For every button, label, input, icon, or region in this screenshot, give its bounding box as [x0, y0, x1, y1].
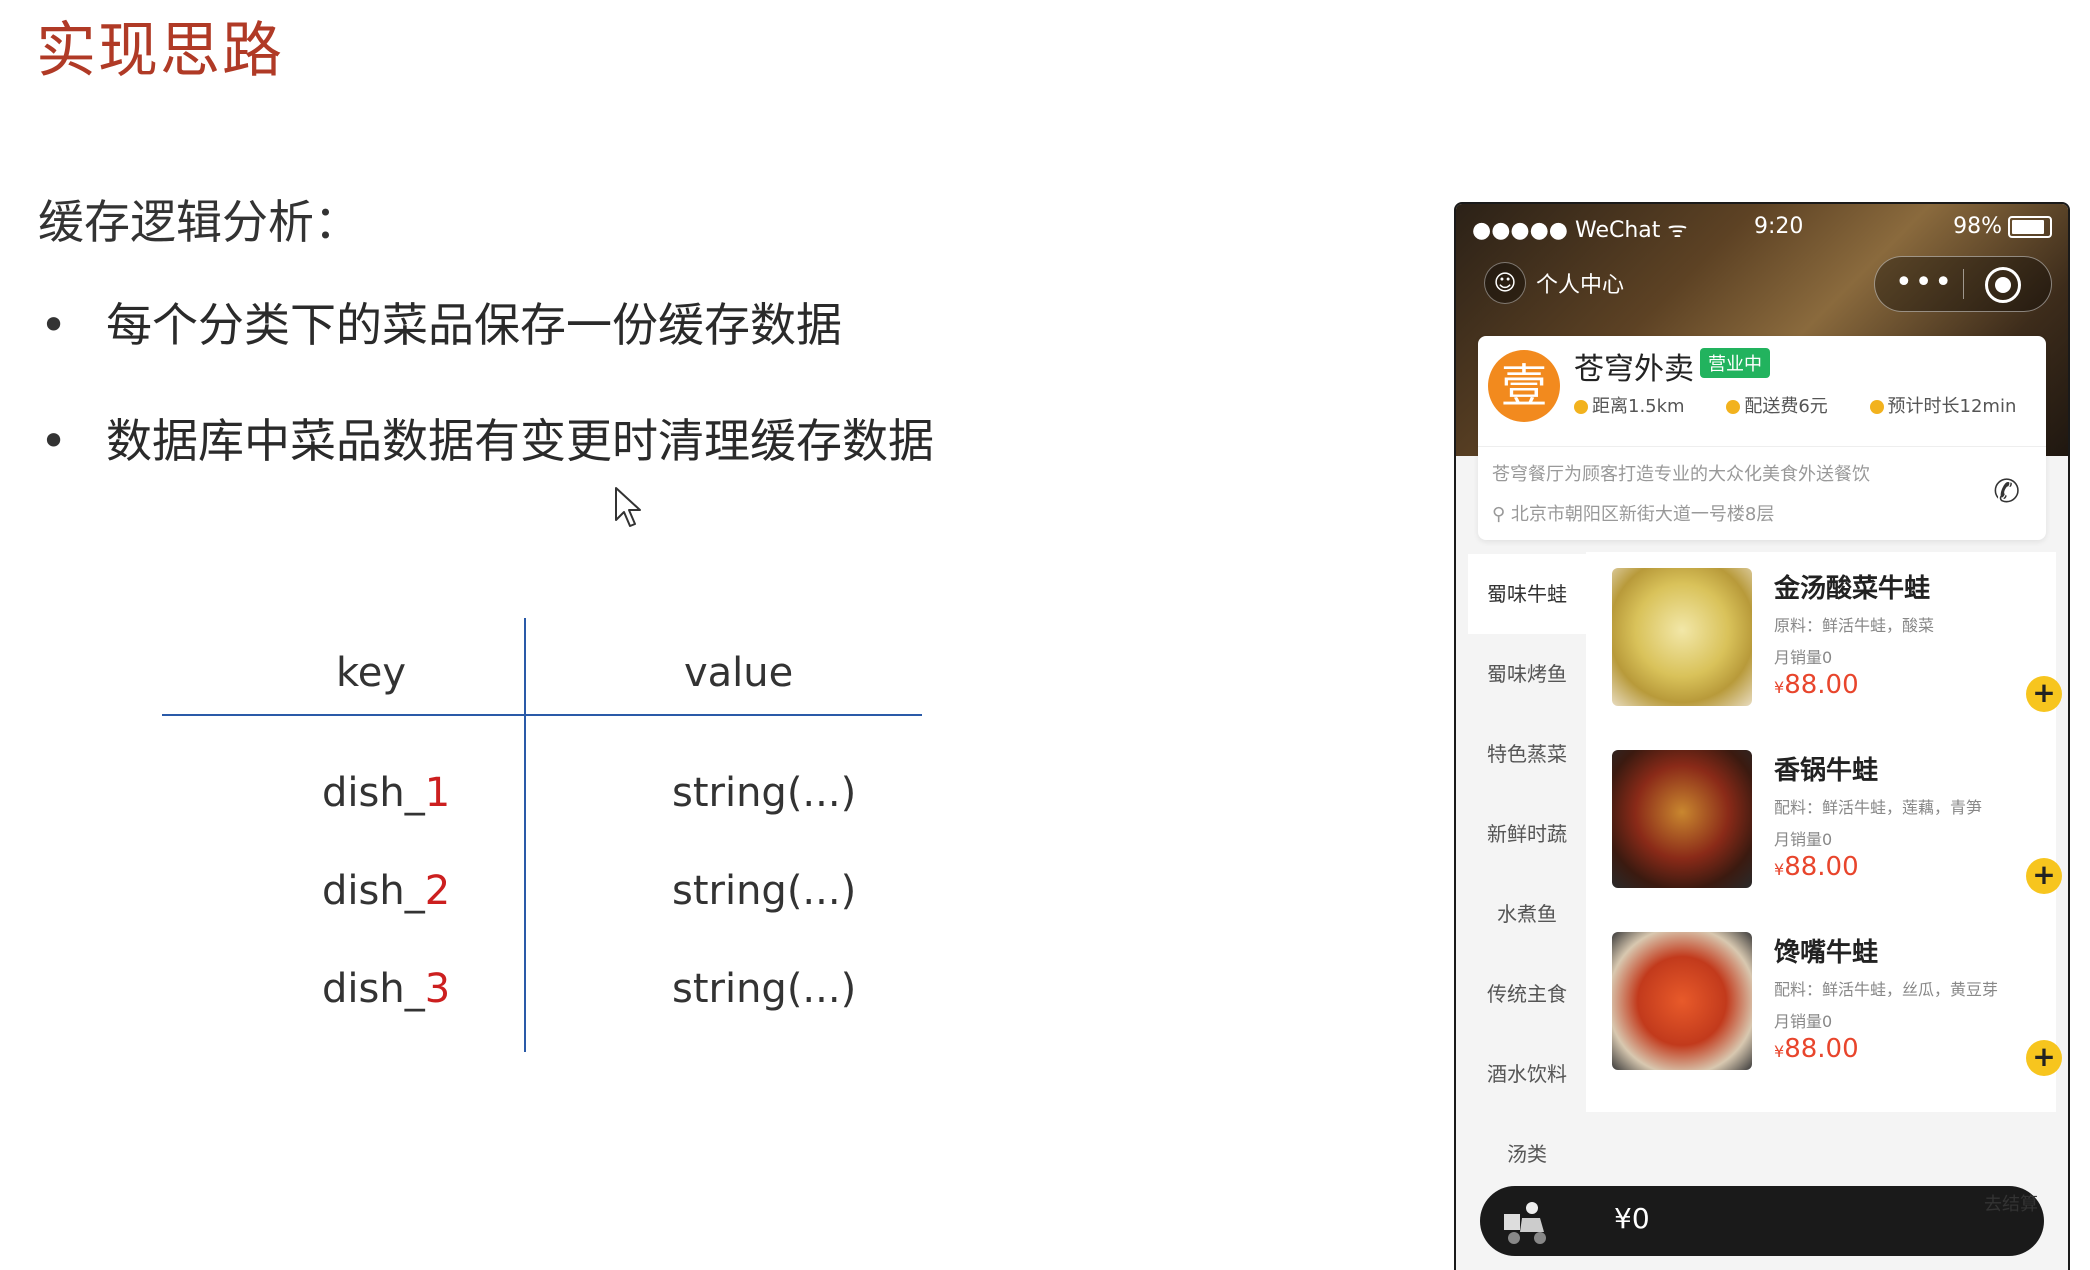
dish-sales: 月销量0	[1774, 648, 1833, 667]
dish-name: 香锅牛蛙	[1774, 756, 1879, 786]
category-item[interactable]: 传统主食	[1468, 954, 1586, 1034]
list-item[interactable]: 馋嘴牛蛙 配料：鲜活牛蛙，丝瓜，黄豆芽 月销量0 ¥88.00 +	[1612, 916, 2062, 1076]
list-item[interactable]: 金汤酸菜牛蛙 原料：鲜活牛蛙，酸菜 月销量0 ¥88.00 +	[1612, 552, 2062, 712]
category-item[interactable]: 酒水饮料	[1468, 1034, 1586, 1114]
checkout-button[interactable]: 去结算	[1984, 1190, 2038, 1216]
category-item[interactable]: 汤类	[1468, 1114, 1586, 1194]
list-item[interactable]: 香锅牛蛙 配料：鲜活牛蛙，莲藕，青笋 月销量0 ¥88.00 +	[1612, 734, 2062, 894]
dish-ingredients: 配料：鲜活牛蛙，莲藕，青笋	[1774, 798, 1983, 817]
bullet-list: 每个分类下的菜品保存一份缓存数据 数据库中菜品数据有变更时清理缓存数据	[40, 294, 934, 526]
table-header-divider	[162, 714, 922, 716]
store-divider	[1478, 446, 2046, 447]
cart-total: ¥0	[1614, 1202, 1650, 1235]
cache-kv-table: key value dish_1 string(...) dish_2 stri…	[162, 618, 922, 1052]
dish-price: ¥88.00	[1774, 670, 1859, 700]
status-badge: 营业中	[1700, 348, 1770, 378]
carrier-label: ●●●●● WeChat ᯤ	[1472, 218, 1688, 243]
dish-sales: 月销量0	[1774, 1012, 1833, 1031]
phone-mockup: ●●●●● WeChat ᯤ 9:20 98% ☺ 个人中心 ••• 壹 苍穹外…	[1454, 202, 2070, 1270]
distance-icon	[1574, 400, 1588, 414]
store-address: ⚲ 北京市朝阳区新街大道一号楼8层	[1492, 504, 1775, 525]
add-to-cart-button[interactable]: +	[2026, 1040, 2062, 1076]
category-item[interactable]: 新鲜时蔬	[1468, 794, 1586, 874]
store-meta: 距离1.5km 配送费6元 预计时长12min	[1574, 392, 2052, 418]
delivery-fee-icon	[1726, 400, 1741, 414]
dish-image	[1612, 932, 1752, 1070]
slide-title: 实现思路	[36, 16, 284, 86]
category-item[interactable]: 蜀味烤鱼	[1468, 634, 1586, 714]
delivery-rider-icon	[1504, 1202, 1546, 1244]
dish-image	[1612, 750, 1752, 888]
table-row-value: string(...)	[672, 770, 857, 816]
add-to-cart-button[interactable]: +	[2026, 858, 2062, 894]
table-row-value: string(...)	[672, 868, 857, 914]
more-icon[interactable]: •••	[1895, 265, 1954, 300]
cart-bar[interactable]: ¥0 去结算	[1480, 1186, 2044, 1256]
section-subtitle: 缓存逻辑分析：	[38, 195, 360, 249]
add-to-cart-button[interactable]: +	[2026, 676, 2062, 712]
dish-ingredients: 原料：鲜活牛蛙，酸菜	[1774, 616, 1935, 635]
battery-indicator: 98%	[1953, 214, 2052, 239]
store-description: 苍穹餐厅为顾客打造专业的大众化美食外送餐饮	[1492, 464, 1870, 485]
mouse-cursor-icon	[615, 487, 641, 527]
dish-ingredients: 配料：鲜活牛蛙，丝瓜，黄豆芽	[1774, 980, 1999, 999]
close-target-icon[interactable]	[1985, 267, 2021, 303]
table-row-key: dish_2	[322, 868, 451, 914]
category-item[interactable]: 特色蒸菜	[1468, 714, 1586, 794]
dish-image	[1612, 568, 1752, 706]
eta-icon	[1869, 400, 1884, 414]
clock: 9:20	[1754, 214, 1804, 239]
store-card: 壹 苍穹外卖 营业中 距离1.5km 配送费6元 预计时长12min 苍穹餐厅为…	[1478, 336, 2046, 540]
user-icon: ☺	[1484, 262, 1526, 304]
table-column-divider	[524, 618, 526, 1052]
wifi-icon: ᯤ	[1667, 218, 1688, 243]
table-row-key: dish_3	[322, 966, 451, 1012]
bullet-item: 每个分类下的菜品保存一份缓存数据	[40, 294, 934, 410]
category-item[interactable]: 蜀味牛蛙	[1468, 554, 1586, 634]
category-sidebar: 蜀味牛蛙 蜀味烤鱼 特色蒸菜 新鲜时蔬 水煮鱼 传统主食 酒水饮料 汤类	[1468, 554, 1586, 1194]
location-pin-icon: ⚲	[1492, 504, 1506, 525]
dish-name: 馋嘴牛蛙	[1774, 938, 1879, 968]
table-row-value: string(...)	[672, 966, 857, 1012]
mini-program-capsule: •••	[1874, 256, 2052, 312]
mini-program-nav: ☺ 个人中心 •••	[1484, 256, 2058, 312]
value-column-header: value	[684, 650, 794, 696]
table-row-key: dish_1	[322, 770, 451, 816]
dish-name: 金汤酸菜牛蛙	[1774, 574, 1931, 604]
battery-icon	[2008, 216, 2052, 238]
capsule-divider	[1963, 269, 1964, 299]
personal-center-button[interactable]: ☺ 个人中心	[1484, 262, 1624, 304]
bullet-item: 数据库中菜品数据有变更时清理缓存数据	[40, 410, 934, 526]
dish-list: 金汤酸菜牛蛙 原料：鲜活牛蛙，酸菜 月销量0 ¥88.00 + 香锅牛蛙 配料：…	[1586, 552, 2062, 1112]
store-name: 苍穹外卖	[1574, 352, 1694, 387]
dish-sales: 月销量0	[1774, 830, 1833, 849]
dish-price: ¥88.00	[1774, 1034, 1859, 1064]
store-logo: 壹	[1488, 350, 1560, 422]
phone-call-icon[interactable]: ✆	[1993, 472, 2020, 510]
category-item[interactable]: 水煮鱼	[1468, 874, 1586, 954]
dish-price: ¥88.00	[1774, 852, 1859, 882]
personal-center-label: 个人中心	[1536, 273, 1625, 298]
key-column-header: key	[336, 650, 407, 696]
status-bar: ●●●●● WeChat ᯤ 9:20 98%	[1472, 214, 2052, 244]
